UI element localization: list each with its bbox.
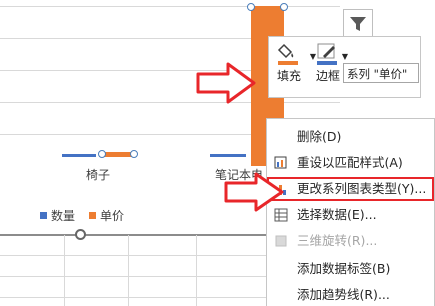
grid-row-line	[0, 255, 270, 256]
menu-item-add-trendline[interactable]: 添加趋势线(R)...	[267, 283, 434, 306]
filter-icon	[350, 17, 366, 31]
legend-swatch-price	[89, 212, 97, 219]
menu-item-label: 添加趋势线(R)...	[297, 287, 390, 302]
menu-item-label: 添加数据标签(B)	[297, 261, 391, 276]
grid-col-line	[64, 235, 65, 306]
category-label-chair: 椅子	[86, 168, 111, 182]
border-button[interactable]: 边框	[310, 41, 346, 84]
chart-gridline	[0, 6, 340, 7]
quantity-series-chair[interactable]	[62, 154, 96, 157]
chart-resize-handle[interactable]	[75, 229, 86, 240]
menu-item-label: 三维旋转(R)...	[297, 233, 378, 248]
menu-item-label: 选择数据(E)...	[297, 207, 377, 222]
red-arrow-icon	[224, 172, 284, 212]
red-arrow-icon	[196, 62, 256, 104]
chart-gridline	[0, 102, 340, 103]
menu-item-delete[interactable]: 删除(D)	[267, 125, 434, 149]
menu-item-change-series-chart-type[interactable]: 更改系列图表类型(Y)...	[267, 177, 434, 201]
3d-rotation-icon	[275, 235, 287, 247]
fill-button[interactable]: 填充	[271, 41, 307, 84]
quantity-series-laptop[interactable]	[210, 154, 246, 157]
selection-handle[interactable]	[247, 3, 255, 11]
grid-col-line	[128, 235, 129, 306]
paint-bucket-icon	[271, 41, 307, 67]
menu-item-select-data[interactable]: 选择数据(E)...	[267, 203, 434, 227]
menu-item-add-data-labels[interactable]: 添加数据标签(B)	[267, 257, 434, 281]
chart-border-bottom	[0, 234, 268, 236]
menu-item-3d-rotation[interactable]: 三维旋转(R)...	[267, 229, 434, 253]
menu-item-label: 删除(D)	[297, 129, 342, 144]
legend-swatch-quantity	[40, 212, 47, 219]
selection-handle[interactable]	[130, 150, 138, 158]
chart-filters-button[interactable]	[343, 9, 373, 39]
menu-item-reset-style[interactable]: 重设以匹配样式(A)	[267, 151, 434, 175]
excel-window: 椅子 笔记本电 数量 单价 填充 ▼ 边框 ▼ 系列 "单价" 删除(D) 重设…	[0, 0, 435, 306]
grid-row-line	[0, 276, 270, 277]
legend-label-price: 单价	[100, 209, 125, 223]
border-dropdown-arrow[interactable]: ▼	[339, 52, 351, 61]
format-mini-toolbar: 填充 ▼ 边框 ▼ 系列 "单价"	[268, 36, 421, 98]
border-label: 边框	[315, 69, 340, 83]
fill-label: 填充	[276, 69, 301, 83]
price-series-chair[interactable]	[103, 152, 133, 157]
menu-item-label: 更改系列图表类型(Y)...	[297, 181, 427, 196]
grid-row-line	[0, 297, 270, 298]
series-selector[interactable]: 系列 "单价"	[343, 63, 419, 83]
legend-label-quantity: 数量	[51, 209, 76, 223]
chart-legend[interactable]: 数量 单价	[40, 207, 124, 224]
reset-style-icon	[274, 156, 287, 169]
menu-item-label: 重设以匹配样式(A)	[297, 155, 403, 170]
selection-handle[interactable]	[280, 3, 288, 11]
selection-handle[interactable]	[98, 150, 106, 158]
grid-col-line	[196, 235, 197, 306]
context-menu: 删除(D) 重设以匹配样式(A) 更改系列图表类型(Y)... 选择数据(E).…	[266, 118, 435, 306]
